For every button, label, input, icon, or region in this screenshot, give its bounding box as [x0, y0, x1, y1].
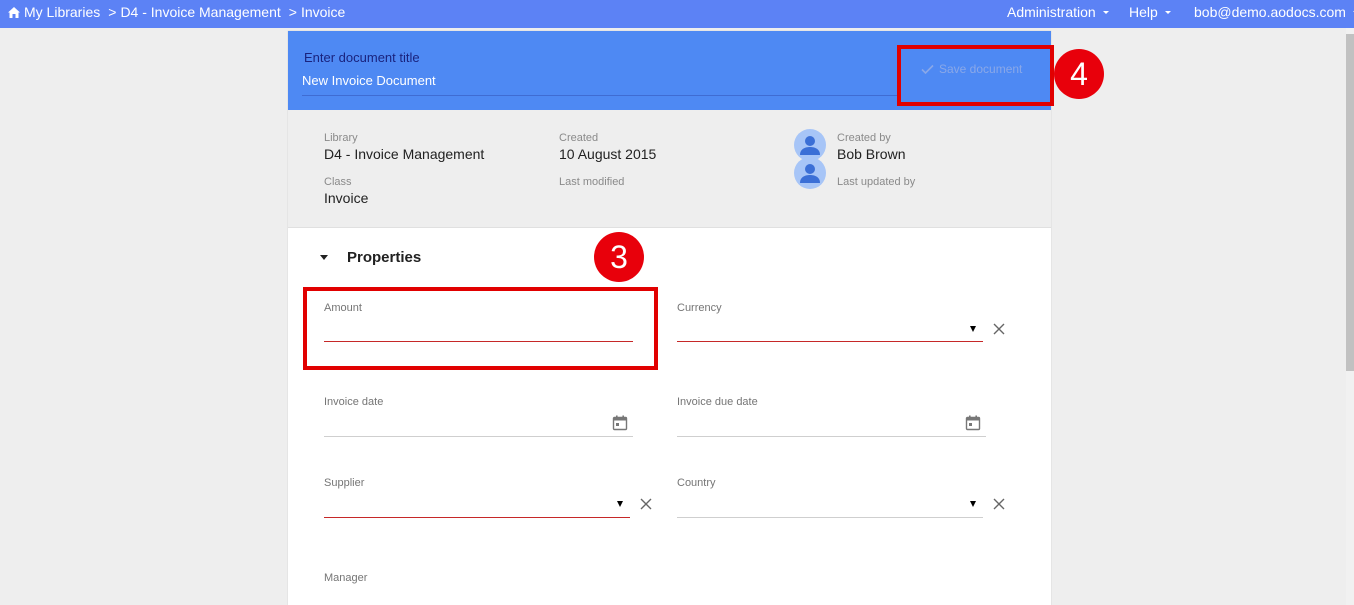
- breadcrumb-my-libraries[interactable]: My Libraries: [24, 4, 100, 20]
- calendar-icon[interactable]: [612, 415, 628, 431]
- title-input[interactable]: New Invoice Document: [302, 73, 436, 88]
- invoice-date-label: Invoice date: [324, 396, 384, 408]
- chevron-down-icon: [1102, 11, 1109, 14]
- currency-label: Currency: [677, 302, 722, 314]
- administration-menu[interactable]: Administration: [1007, 0, 1109, 24]
- country-select[interactable]: [677, 492, 983, 518]
- home-icon[interactable]: [8, 6, 20, 18]
- currency-dropdown-arrow-icon[interactable]: [970, 326, 976, 332]
- library-value: D4 - Invoice Management: [324, 146, 485, 162]
- class-label: Class: [324, 176, 352, 188]
- annotation-badge-3: 3: [594, 232, 644, 282]
- annotation-box-amount: [303, 287, 658, 370]
- supplier-dropdown-arrow-icon[interactable]: [617, 501, 623, 507]
- properties-section-title: Properties: [347, 249, 422, 266]
- manager-label: Manager: [324, 572, 368, 584]
- currency-select[interactable]: [677, 316, 983, 342]
- breadcrumb-library[interactable]: D4 - Invoice Management: [120, 4, 280, 20]
- scrollbar-thumb[interactable]: [1346, 34, 1354, 371]
- created-label: Created: [559, 132, 599, 144]
- chevron-down-icon: [1164, 11, 1171, 14]
- class-value: Invoice: [324, 190, 369, 206]
- page-scrollbar[interactable]: [1346, 28, 1354, 605]
- collapse-properties-arrow-icon[interactable]: [320, 255, 328, 260]
- user-menu[interactable]: bob@demo.aodocs.com: [1194, 0, 1354, 24]
- updater-avatar: [794, 157, 826, 189]
- invoice-due-date-label: Invoice due date: [677, 396, 758, 408]
- person-icon: [800, 164, 820, 183]
- breadcrumb-class[interactable]: Invoice: [301, 4, 345, 20]
- help-menu-label: Help: [1129, 4, 1158, 20]
- created-value: 10 August 2015: [559, 146, 657, 162]
- supplier-clear-icon[interactable]: [639, 497, 653, 511]
- breadcrumb-separator: >: [108, 4, 117, 20]
- document-metadata: Library D4 - Invoice Management Class In…: [288, 110, 1051, 228]
- supplier-select[interactable]: [324, 492, 630, 518]
- country-clear-icon[interactable]: [992, 497, 1006, 511]
- breadcrumb: My Libraries > D4 - Invoice Management >…: [8, 0, 345, 24]
- created-by-value: Bob Brown: [837, 146, 906, 162]
- title-underline: [302, 95, 898, 96]
- breadcrumb-separator: >: [288, 4, 297, 20]
- invoice-date-input[interactable]: [324, 411, 633, 437]
- title-field-label: Enter document title: [304, 50, 420, 65]
- supplier-label: Supplier: [324, 477, 365, 489]
- invoice-due-date-input[interactable]: [677, 411, 986, 437]
- currency-clear-icon[interactable]: [992, 322, 1006, 336]
- annotation-box-save: [897, 45, 1054, 106]
- administration-menu-label: Administration: [1007, 4, 1096, 20]
- created-by-label: Created by: [837, 132, 891, 144]
- last-updated-by-label: Last updated by: [837, 176, 916, 188]
- annotation-badge-4: 4: [1054, 49, 1104, 99]
- help-menu[interactable]: Help: [1129, 0, 1171, 24]
- country-dropdown-arrow-icon[interactable]: [970, 501, 976, 507]
- calendar-icon[interactable]: [965, 415, 981, 431]
- user-menu-label: bob@demo.aodocs.com: [1194, 4, 1346, 20]
- library-label: Library: [324, 132, 358, 144]
- country-label: Country: [677, 477, 716, 489]
- top-navigation-bar: My Libraries > D4 - Invoice Management >…: [0, 0, 1354, 28]
- last-modified-label: Last modified: [559, 176, 625, 188]
